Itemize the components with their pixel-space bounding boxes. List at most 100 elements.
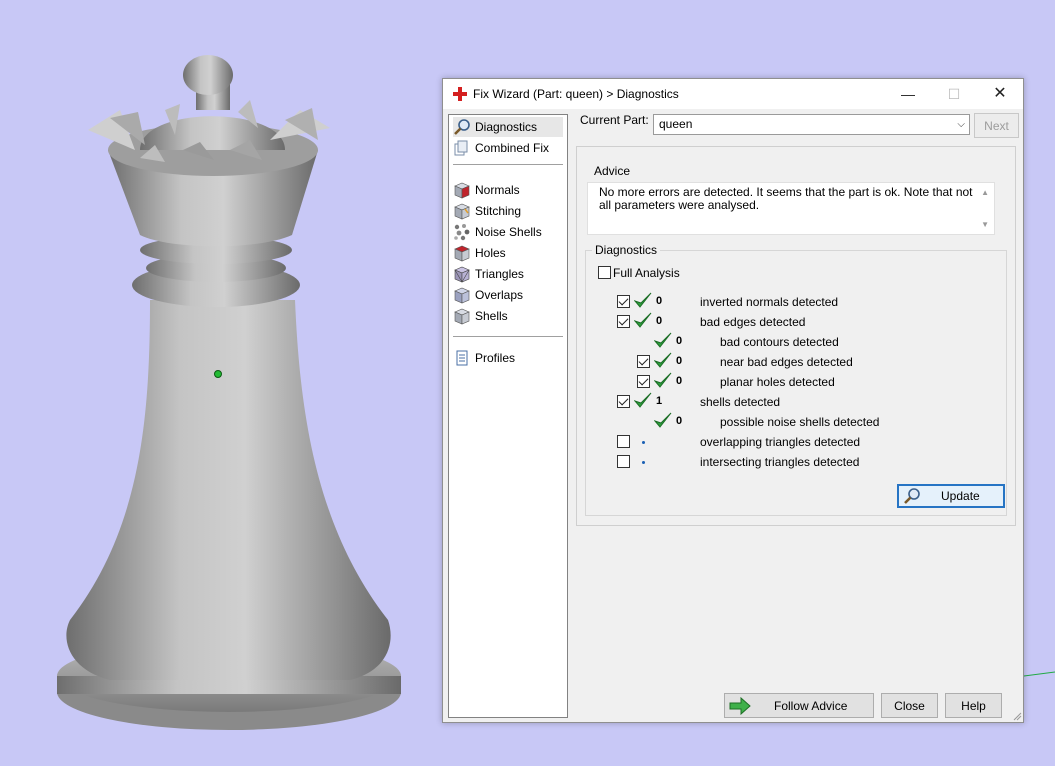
window-title: Fix Wizard (Part: queen) > Diagnostics	[473, 87, 679, 101]
green-check-icon	[654, 372, 672, 388]
diagnostic-checkbox[interactable]	[637, 375, 650, 388]
nav-item-label: Stitching	[475, 204, 522, 218]
nav-item-label: Shells	[475, 309, 508, 323]
fix-wizard-dialog: Fix Wizard (Part: queen) > Diagnostics —…	[442, 78, 1024, 723]
red-cross-icon	[453, 87, 467, 101]
magnifier-icon	[904, 488, 920, 504]
update-button[interactable]: Update	[897, 484, 1005, 508]
nav-item-stitching[interactable]: Stitching	[453, 201, 563, 221]
scroll-down-icon[interactable]: ▼	[981, 218, 989, 231]
green-check-icon	[634, 292, 652, 308]
diagnostic-label: bad contours detected	[720, 335, 839, 349]
nav-item-label: Profiles	[475, 351, 516, 365]
diagnostic-count: 1	[656, 395, 663, 407]
full-analysis-label: Full Analysis	[613, 266, 680, 280]
nav-item-combined-fix[interactable]: Combined Fix	[453, 138, 563, 158]
diagnostic-checkbox[interactable]	[617, 395, 630, 408]
nav-item-noise-shells[interactable]: Noise Shells	[453, 222, 563, 242]
cube-red-face-icon	[454, 182, 470, 199]
diagnostic-count: 0	[676, 375, 683, 387]
nav-separator	[453, 336, 563, 337]
layers-icon	[454, 140, 468, 156]
nav-item-label: Noise Shells	[475, 225, 542, 239]
nav-item-label: Normals	[475, 183, 520, 197]
nav-item-label: Triangles	[475, 267, 524, 281]
diagnostic-row: 0 inverted normals detected	[586, 292, 1006, 312]
resize-grip-icon[interactable]	[1012, 711, 1022, 721]
nav-item-shells[interactable]: Shells	[453, 306, 563, 326]
noise-shells-icon	[454, 224, 470, 241]
pending-dot-icon	[642, 441, 645, 444]
diagnostic-label: possible noise shells detected	[720, 415, 880, 429]
green-check-icon	[634, 392, 652, 408]
help-button[interactable]: Help	[945, 693, 1002, 718]
diagnostic-label: inverted normals detected	[700, 295, 839, 309]
nav-item-label: Holes	[475, 246, 506, 260]
diagnostic-row: 0 near bad edges detected	[586, 352, 1006, 372]
current-part-label: Current Part:	[580, 113, 649, 127]
diagnostic-label: bad edges detected	[700, 315, 806, 329]
nav-item-triangles[interactable]: Triangles	[453, 264, 563, 284]
nav-item-profiles[interactable]: Profiles	[453, 348, 563, 368]
advice-title: Advice	[591, 164, 634, 178]
diagnostic-checkbox[interactable]	[617, 315, 630, 328]
advice-text: No more errors are detected. It seems th…	[599, 185, 973, 212]
follow-advice-label: Follow Advice	[774, 699, 848, 713]
diagnostic-checkbox[interactable]	[637, 355, 650, 368]
diagnostic-row: 0 planar holes detected	[586, 372, 1006, 392]
nav-item-holes[interactable]: Holes	[453, 243, 563, 263]
pending-dot-icon	[642, 461, 645, 464]
green-check-icon	[654, 332, 672, 348]
scroll-up-icon[interactable]: ▲	[981, 186, 989, 199]
diagnostic-row: 0 bad contours detected	[586, 332, 1006, 352]
document-icon	[456, 350, 468, 366]
close-button[interactable]: Close	[881, 693, 938, 718]
cube-stitch-icon	[454, 203, 470, 220]
diagnostic-count: 0	[656, 295, 663, 307]
magnifier-icon	[454, 119, 470, 135]
diagnostic-label: shells detected	[700, 395, 781, 409]
diagnostic-row: overlapping triangles detected	[586, 432, 1006, 452]
nav-item-label: Overlaps	[475, 288, 524, 302]
green-check-icon	[654, 412, 672, 428]
diagnostic-row: 0 bad edges detected	[586, 312, 1006, 332]
current-part-value: queen	[659, 117, 693, 131]
update-label: Update	[941, 489, 980, 503]
current-part-select[interactable]: queen ⌵	[653, 114, 970, 135]
advice-text-box: No more errors are detected. It seems th…	[587, 182, 995, 235]
title-bar[interactable]: Fix Wizard (Part: queen) > Diagnostics —…	[443, 79, 1023, 109]
nav-separator	[453, 164, 563, 165]
diagnostics-group: Diagnostics Full Analysis 0 inverted norm…	[585, 243, 1007, 516]
diagnostic-checkbox[interactable]	[617, 435, 630, 448]
diagnostic-label: overlapping triangles detected	[700, 435, 861, 449]
diagnostic-checkbox[interactable]	[617, 455, 630, 468]
diagnostics-panel: Advice No more errors are detected. It s…	[576, 146, 1016, 526]
follow-advice-button[interactable]: Follow Advice	[724, 693, 874, 718]
diagnostic-count: 0	[656, 315, 663, 327]
diagnostic-label: planar holes detected	[720, 375, 835, 389]
cube-triangles-icon	[454, 266, 470, 283]
nav-item-overlaps[interactable]: Overlaps	[453, 285, 563, 305]
close-window-button[interactable]: ✕	[977, 79, 1023, 109]
cube-overlaps-icon	[454, 287, 470, 304]
minimize-button[interactable]: —	[885, 79, 931, 109]
maximize-button[interactable]: ☐	[931, 79, 977, 109]
next-button[interactable]: Next	[974, 113, 1019, 138]
green-check-icon	[634, 312, 652, 328]
cube-shells-icon	[454, 308, 470, 325]
green-check-icon	[654, 352, 672, 368]
arrow-right-icon	[729, 697, 751, 715]
diagnostic-label: intersecting triangles detected	[700, 455, 860, 469]
diagnostic-row: 1 shells detected	[586, 392, 1006, 412]
diagnostics-title: Diagnostics	[592, 243, 661, 257]
full-analysis-checkbox[interactable]	[598, 266, 611, 279]
diagnostic-count: 0	[676, 415, 683, 427]
nav-item-normals[interactable]: Normals	[453, 180, 563, 200]
nav-item-diagnostics[interactable]: Diagnostics	[453, 117, 563, 137]
cube-hole-icon	[454, 245, 470, 262]
diagnostic-checkbox[interactable]	[617, 295, 630, 308]
nav-item-label: Diagnostics	[475, 120, 538, 134]
diagnostic-label: near bad edges detected	[720, 355, 853, 369]
nav-item-label: Combined Fix	[475, 141, 550, 155]
diagnostic-row: intersecting triangles detected	[586, 452, 1006, 472]
